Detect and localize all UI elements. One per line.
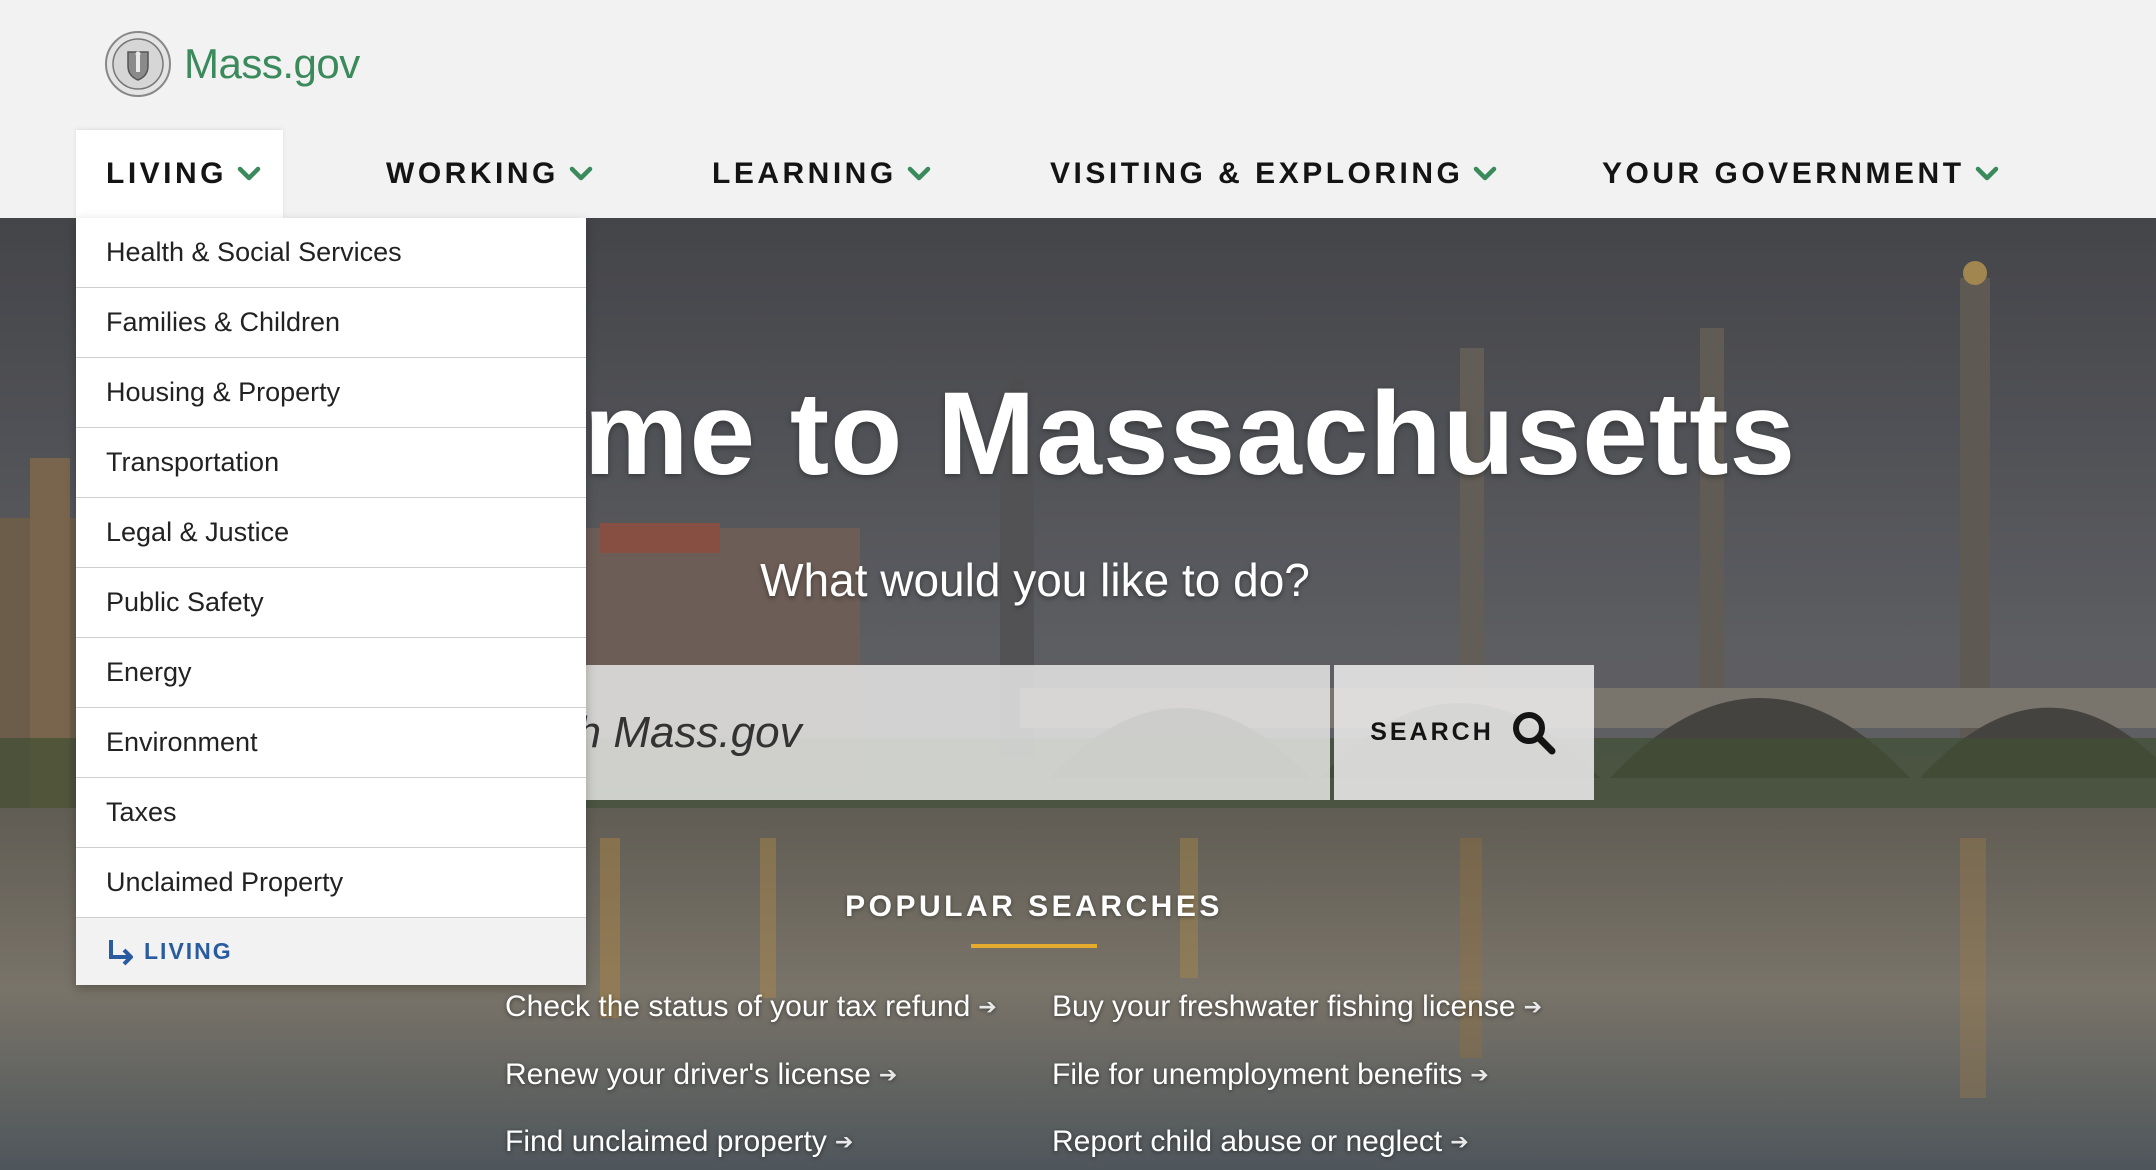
popular-link-label: Check the status of your tax refund xyxy=(505,990,971,1023)
state-seal-icon xyxy=(105,31,171,97)
site-logo[interactable]: Mass.gov xyxy=(104,30,360,98)
dropdown-item-energy[interactable]: Energy xyxy=(76,638,586,708)
living-dropdown-menu: Health & Social Services Families & Chil… xyxy=(76,218,586,985)
main-nav: LIVING WORKING LEARNING VISITING & EXPLO… xyxy=(76,130,2156,218)
nav-label: YOUR GOVERNMENT xyxy=(1602,157,1965,190)
popular-link-label: File for unemployment benefits xyxy=(1052,1058,1463,1091)
site-header: Mass.gov LIVING WORKING LEARNING VISITIN… xyxy=(0,0,2156,218)
dropdown-footer-link-living[interactable]: LIVING xyxy=(76,918,586,985)
nav-label: LIVING xyxy=(106,157,228,190)
nav-item-your-government[interactable]: YOUR GOVERNMENT xyxy=(1602,130,1999,218)
nav-label: LEARNING xyxy=(712,157,897,190)
arrow-right-icon: ➔ xyxy=(878,1062,898,1087)
popular-link-label: Find unclaimed property xyxy=(505,1125,827,1158)
popular-link-label: Buy your freshwater fishing license xyxy=(1052,990,1516,1023)
dropdown-item-environment[interactable]: Environment xyxy=(76,708,586,778)
nav-item-living[interactable]: LIVING xyxy=(76,130,284,218)
dropdown-item-health-social-services[interactable]: Health & Social Services xyxy=(76,218,586,288)
arrow-right-icon: ➔ xyxy=(978,994,997,1019)
search-icon xyxy=(1512,711,1556,754)
chevron-down-icon xyxy=(237,166,261,181)
arrow-right-icon: ➔ xyxy=(1450,1129,1469,1154)
nav-label: VISITING & EXPLORING xyxy=(1050,157,1464,190)
nav-item-visiting-exploring[interactable]: VISITING & EXPLORING xyxy=(1050,130,1497,218)
search-field[interactable] xyxy=(500,665,1330,800)
popular-link[interactable]: Find unclaimed property ➔ xyxy=(505,1125,853,1159)
nav-item-working[interactable]: WORKING xyxy=(386,130,593,218)
dropdown-item-families-children[interactable]: Families & Children xyxy=(76,288,586,358)
dropdown-item-housing-property[interactable]: Housing & Property xyxy=(76,358,586,428)
dropdown-item-legal-justice[interactable]: Legal & Justice xyxy=(76,498,586,568)
popular-searches-divider xyxy=(971,944,1097,948)
search-button-label: SEARCH xyxy=(1370,718,1494,746)
popular-link[interactable]: Buy your freshwater fishing license ➔ xyxy=(1052,990,1542,1024)
arrow-return-right-icon xyxy=(109,939,133,965)
search-button[interactable]: SEARCH xyxy=(1334,665,1594,800)
popular-link[interactable]: File for unemployment benefits ➔ xyxy=(1052,1058,1489,1092)
dropdown-item-unclaimed-property[interactable]: Unclaimed Property xyxy=(76,848,586,918)
arrow-right-icon: ➔ xyxy=(1470,1062,1489,1087)
popular-link-label: Report child abuse or neglect xyxy=(1052,1125,1443,1158)
arrow-right-icon: ➔ xyxy=(834,1129,854,1154)
popular-link[interactable]: Report child abuse or neglect ➔ xyxy=(1052,1125,1469,1159)
popular-link-label: Renew your driver's license xyxy=(505,1058,871,1091)
chevron-down-icon xyxy=(1975,166,1998,181)
search-input[interactable] xyxy=(540,707,1330,758)
chevron-down-icon xyxy=(1474,166,1497,181)
chevron-down-icon xyxy=(569,166,593,181)
nav-label: WORKING xyxy=(386,157,559,190)
nav-item-learning[interactable]: LEARNING xyxy=(712,130,931,218)
popular-link[interactable]: Renew your driver's license ➔ xyxy=(505,1058,897,1092)
dropdown-item-public-safety[interactable]: Public Safety xyxy=(76,568,586,638)
popular-link[interactable]: Check the status of your tax refund ➔ xyxy=(505,990,997,1024)
chevron-down-icon xyxy=(907,166,930,181)
arrow-right-icon: ➔ xyxy=(1523,994,1542,1019)
dropdown-item-transportation[interactable]: Transportation xyxy=(76,428,586,498)
site-name: Mass.gov xyxy=(184,40,360,87)
dropdown-item-taxes[interactable]: Taxes xyxy=(76,778,586,848)
dropdown-footer-label: LIVING xyxy=(144,938,233,964)
